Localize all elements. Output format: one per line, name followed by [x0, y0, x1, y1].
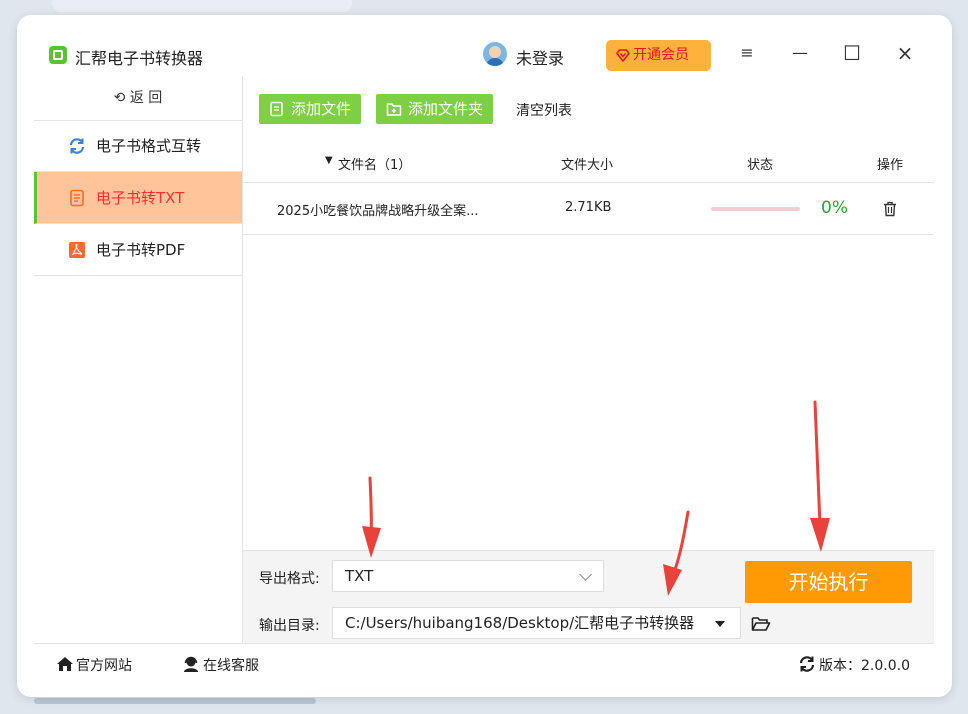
official-site-link[interactable]: 官方网站: [76, 655, 132, 675]
vip-button[interactable]: 开通会员: [606, 40, 711, 71]
header-action: 操作: [877, 158, 904, 173]
add-file-label: 添加文件: [291, 100, 352, 118]
dir-label: 输出目录:: [259, 618, 320, 634]
home-icon: [57, 657, 73, 671]
progress-percent: 0%: [821, 198, 848, 218]
format-label: 导出格式:: [259, 571, 320, 587]
output-options: 导出格式: TXT 输出目录: C:/Users/huibang168/Desk…: [243, 550, 934, 644]
version-text[interactable]: 版本：2.0.0.0: [819, 655, 910, 675]
open-folder-icon[interactable]: [751, 615, 771, 633]
format-value: TXT: [345, 567, 374, 585]
close-icon[interactable]: ×: [895, 43, 915, 63]
online-service-link[interactable]: 在线客服: [203, 655, 259, 675]
file-size: 2.71KB: [565, 200, 612, 215]
header-filename[interactable]: 文件名（1）: [338, 154, 411, 173]
footer: 官方网站 在线客服 版本：2.0.0.0: [34, 643, 934, 684]
file-name: 2025小吃餐饮品牌战略升级全案...: [277, 204, 479, 219]
add-folder-label: 添加文件夹: [408, 100, 484, 118]
customer-service-icon: [184, 656, 198, 672]
sidebar-item-format-convert[interactable]: 电子书格式互转: [34, 120, 242, 172]
maximize-icon[interactable]: ☐: [842, 43, 862, 63]
trash-icon[interactable]: [883, 201, 897, 217]
app-window: 汇帮电子书转换器 未登录 开通会员 ≡ — ☐ × ⟲ 返 回 电子书格式互转: [17, 15, 952, 697]
sidebar-item-to-pdf[interactable]: 电子书转PDF: [34, 224, 242, 276]
sidebar: ⟲ 返 回 电子书格式互转 电子书转TXT 电子书转PDF: [34, 76, 243, 643]
chevron-down-icon: [579, 568, 592, 581]
background-taskbar: [34, 698, 316, 704]
dir-value: C:/Users/huibang168/Desktop/汇帮电子书转换器: [345, 614, 695, 632]
pdf-icon: [69, 242, 85, 258]
vip-label: 开通会员: [633, 47, 689, 63]
add-folder-button[interactable]: 添加文件夹: [376, 94, 494, 124]
minimize-icon[interactable]: —: [790, 43, 810, 63]
add-folder-icon: [386, 103, 402, 116]
add-file-button[interactable]: 添加文件: [259, 94, 362, 124]
format-select[interactable]: TXT: [332, 560, 604, 592]
app-logo-icon: [49, 46, 67, 64]
back-label: 返 回: [129, 90, 163, 106]
table-row[interactable]: 2025小吃餐饮品牌战略升级全案... 2.71KB 0%: [243, 183, 934, 235]
title-bar: 汇帮电子书转换器 未登录 开通会员 ≡ — ☐ ×: [17, 15, 952, 76]
sidebar-item-label: 电子书转PDF: [96, 241, 186, 259]
login-link[interactable]: 未登录: [516, 45, 564, 69]
menu-icon[interactable]: ≡: [737, 43, 757, 63]
diamond-heart-icon: [616, 49, 630, 62]
refresh-icon: [69, 138, 85, 154]
dropdown-triangle-icon: [715, 621, 725, 627]
header-status: 状态: [747, 158, 774, 173]
sidebar-item-label: 电子书转TXT: [96, 189, 185, 207]
output-dir-select[interactable]: C:/Users/huibang168/Desktop/汇帮电子书转换器: [332, 607, 741, 639]
add-file-icon: [270, 101, 283, 117]
sync-icon: [799, 656, 815, 672]
back-arrow-icon: ⟲: [113, 90, 130, 106]
header-filesize: 文件大小: [561, 158, 614, 173]
clear-list-button[interactable]: 清空列表: [516, 100, 572, 120]
sort-desc-icon[interactable]: ▼: [325, 155, 333, 166]
app-title: 汇帮电子书转换器: [75, 49, 204, 68]
sidebar-item-label: 电子书格式互转: [96, 137, 202, 155]
user-avatar-icon[interactable]: [483, 42, 507, 66]
table-header: ▼ 文件名（1） 文件大小 状态 操作: [243, 144, 934, 183]
sidebar-item-to-txt[interactable]: 电子书转TXT: [34, 172, 242, 224]
background-tab: [52, 0, 352, 12]
document-icon: [70, 189, 84, 207]
progress-bar: [711, 207, 800, 211]
start-button[interactable]: 开始执行: [745, 561, 912, 603]
back-button[interactable]: ⟲ 返 回: [34, 76, 242, 121]
